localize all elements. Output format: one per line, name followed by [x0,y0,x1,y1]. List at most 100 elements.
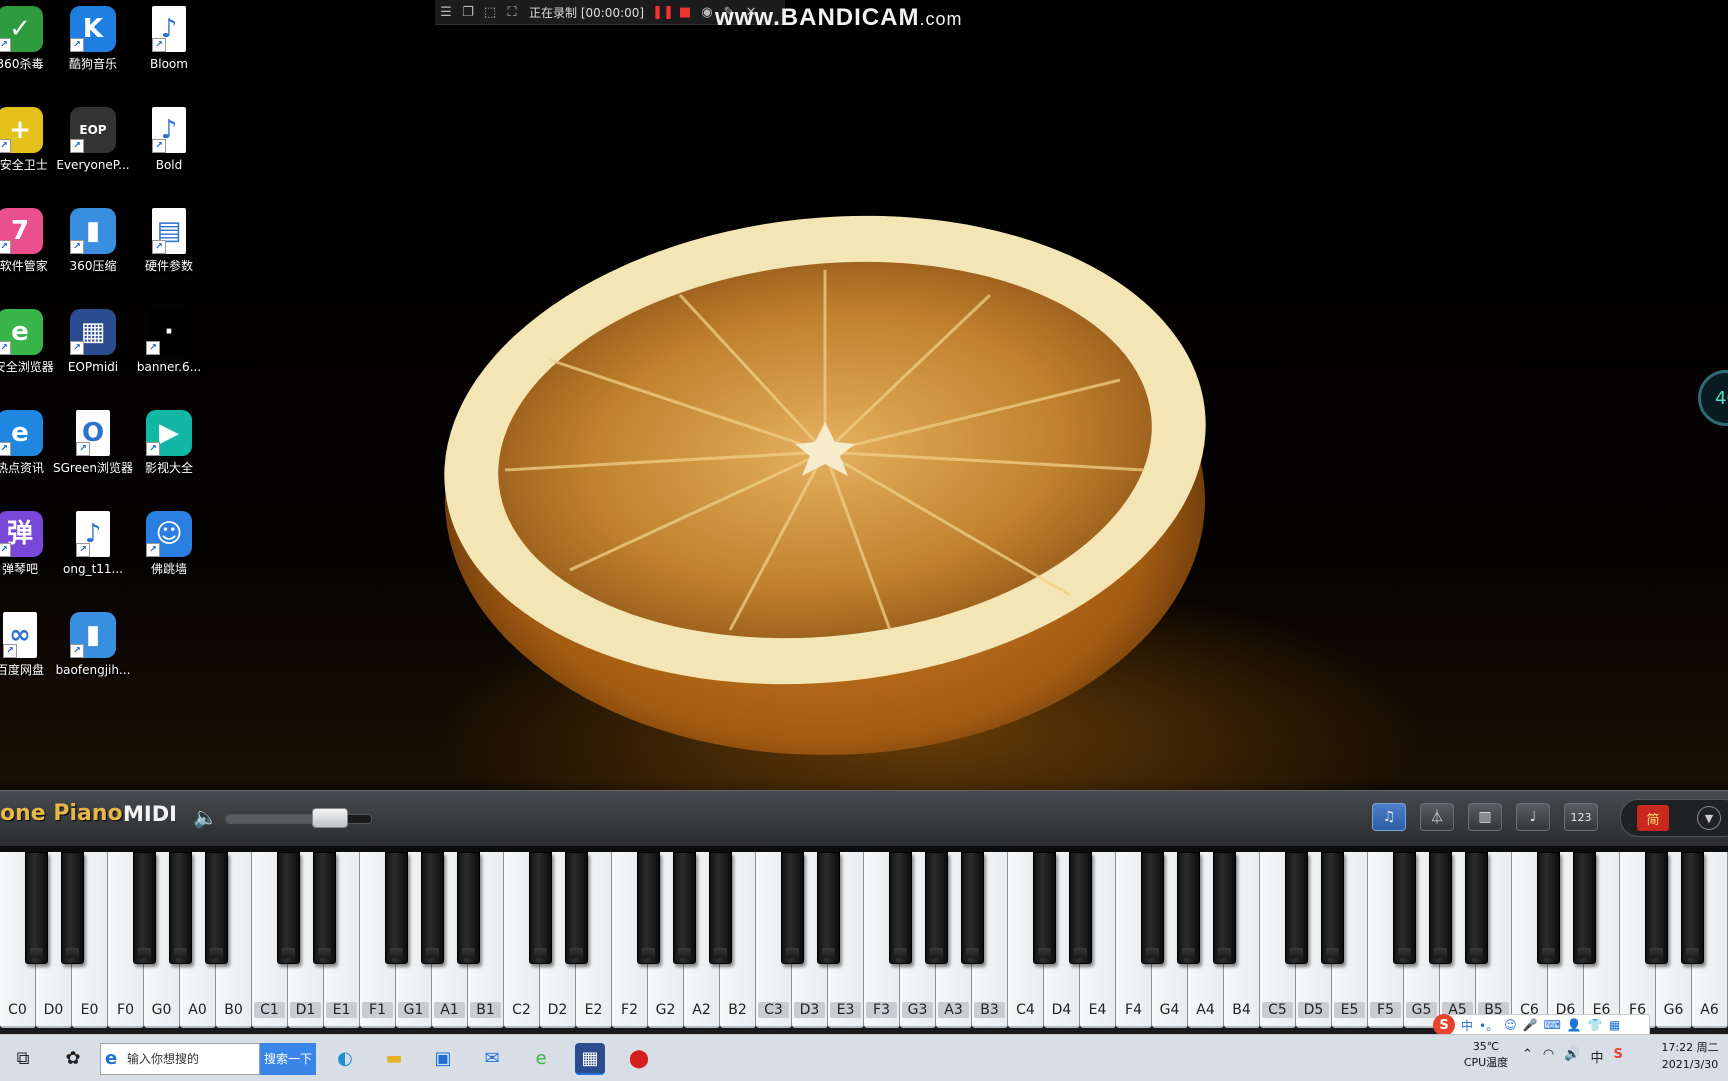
bandicam-record-icon[interactable]: ⬤ [624,1043,654,1073]
black-key[interactable] [60,852,84,964]
edge-icon[interactable]: ◐ [330,1043,360,1073]
desktop-icon[interactable]: ♪ ↗ Bloom [126,0,212,96]
volume-slider[interactable] [225,808,372,828]
swirl-app-icon[interactable]: ✿ [58,1043,88,1073]
black-key[interactable] [564,852,588,964]
black-key[interactable] [960,852,984,964]
black-key[interactable] [420,852,444,964]
black-key[interactable] [1680,852,1704,964]
network-icon[interactable]: ◠ [1543,1047,1554,1066]
input-language[interactable]: 中 [1590,1047,1603,1066]
black-key[interactable] [1572,852,1596,964]
key-label: G5 [1406,1002,1437,1018]
desktop-icon[interactable]: · ↗ banner.6... [126,303,212,399]
skin-icon[interactable]: 👕 [1588,1018,1603,1032]
black-key[interactable] [708,852,732,964]
keyboard-icon[interactable]: ⌨ [1544,1018,1561,1032]
black-key[interactable] [1176,852,1200,964]
search-input[interactable]: e 输入你想搜的 [100,1043,260,1075]
emoji-icon[interactable]: ☺ [1504,1018,1517,1032]
file-explorer-icon[interactable]: ▬ [379,1043,409,1073]
desktop-icon[interactable]: ▮ ↗ 360压缩 [50,202,136,298]
black-key[interactable] [1320,852,1344,964]
black-key[interactable] [636,852,660,964]
numbered-notation-button[interactable]: 123 [1564,803,1598,831]
app-icon: ♪ ↗ [152,6,186,52]
sheet-music-button[interactable]: ♫ [1372,803,1406,831]
punctuation-icon[interactable]: •。 [1479,1017,1498,1034]
sustain-button[interactable]: ♩ [1516,803,1550,831]
black-key[interactable] [672,852,696,964]
ime-language[interactable]: 中 [1461,1017,1473,1034]
task-view-icon[interactable]: ⧉ [8,1043,38,1073]
app-icon: K ↗ [70,6,116,52]
sogou-ime-icon[interactable]: S [1433,1014,1455,1036]
midi-label[interactable]: MIDI [123,802,177,826]
taskbar-clock[interactable]: 17:22 周二 2021/3/30 [1652,1039,1728,1073]
fullscreen-target-icon[interactable]: ⛶ [501,5,523,20]
desktop-icon[interactable]: EOP ↗ EveryoneP... [50,101,136,197]
desktop-icon[interactable]: ▤ ↗ 硬件参数 [126,202,212,298]
speaker-icon[interactable]: 🔊 [1564,1047,1580,1066]
menu-icon[interactable]: ☰ [435,5,457,20]
black-key[interactable] [132,852,156,964]
black-key[interactable] [456,852,480,964]
chevron-up-icon[interactable]: ⌃ [1522,1047,1533,1066]
pause-icon[interactable]: ❚❚ [652,5,674,20]
black-key[interactable] [1212,852,1236,964]
black-key[interactable] [780,852,804,964]
everyone-piano-icon[interactable]: ▦ [575,1043,605,1075]
black-key[interactable] [528,852,552,964]
black-key[interactable] [1428,852,1452,964]
microphone-icon[interactable]: 🎤 [1523,1018,1538,1032]
black-key[interactable] [312,852,336,964]
songbook-button[interactable]: ▥ [1468,803,1502,831]
app-icon: 7 ↗ [0,208,43,254]
volume-icon[interactable]: 🔈 [193,805,218,829]
desktop-icon[interactable]: ☺ ↗ 佛跳墙 [126,505,212,601]
desktop-icon[interactable]: ♪ ↗ ong_t11... [50,505,136,601]
app-icon: ♪ ↗ [152,107,186,153]
select-area-icon[interactable]: ⬚ [479,5,501,20]
window-mode-icon[interactable]: ❐ [457,5,479,20]
black-key[interactable] [1464,852,1488,964]
desktop-icon[interactable]: ▦ ↗ EOPmidi [50,303,136,399]
desktop-icon[interactable]: ▮ ↗ baofengjih... [50,606,136,702]
desktop-icon[interactable]: O ↗ SGreen浏览器 [50,404,136,500]
black-key[interactable] [1140,852,1164,964]
black-key[interactable] [276,852,300,964]
black-key[interactable] [1032,852,1056,964]
desktop-icon[interactable]: ▶ ↗ 影视大全 [126,404,212,500]
black-key[interactable] [1284,852,1308,964]
black-key[interactable] [1536,852,1560,964]
black-key[interactable] [168,852,192,964]
desktop-icon-label: 酷狗音乐 [68,57,117,71]
stop-icon[interactable]: ■ [674,5,696,20]
sogou-tray-icon[interactable]: S [1613,1047,1622,1066]
chevron-down-icon[interactable]: ▼ [1697,806,1721,830]
shortcut-arrow-icon: ↗ [70,240,84,254]
mail-icon[interactable]: ✉ [477,1043,507,1073]
black-key[interactable] [24,852,48,964]
black-key[interactable] [816,852,840,964]
volume-slider-thumb[interactable] [312,808,349,828]
key-label: D5 [1298,1002,1329,1018]
black-key[interactable] [924,852,948,964]
metronome-button[interactable]: ⏃ [1420,803,1454,831]
search-button[interactable]: 搜索一下 [260,1043,316,1075]
cpu-temperature[interactable]: 35℃ CPU温度 [1456,1039,1516,1071]
store-icon[interactable]: ▣ [428,1043,458,1073]
black-key[interactable] [1392,852,1416,964]
grid-icon[interactable]: ▦ [1609,1018,1620,1032]
360-browser-icon[interactable]: e [526,1043,556,1073]
shortcut-arrow-icon: ↗ [76,543,90,557]
language-button[interactable]: 简 [1637,805,1669,831]
black-key[interactable] [1644,852,1668,964]
black-key[interactable] [204,852,228,964]
desktop-icon[interactable]: K ↗ 酷狗音乐 [50,0,136,96]
black-key[interactable] [888,852,912,964]
black-key[interactable] [384,852,408,964]
user-icon[interactable]: 👤 [1567,1018,1582,1032]
black-key[interactable] [1068,852,1092,964]
desktop-icon[interactable]: ♪ ↗ Bold [126,101,212,197]
